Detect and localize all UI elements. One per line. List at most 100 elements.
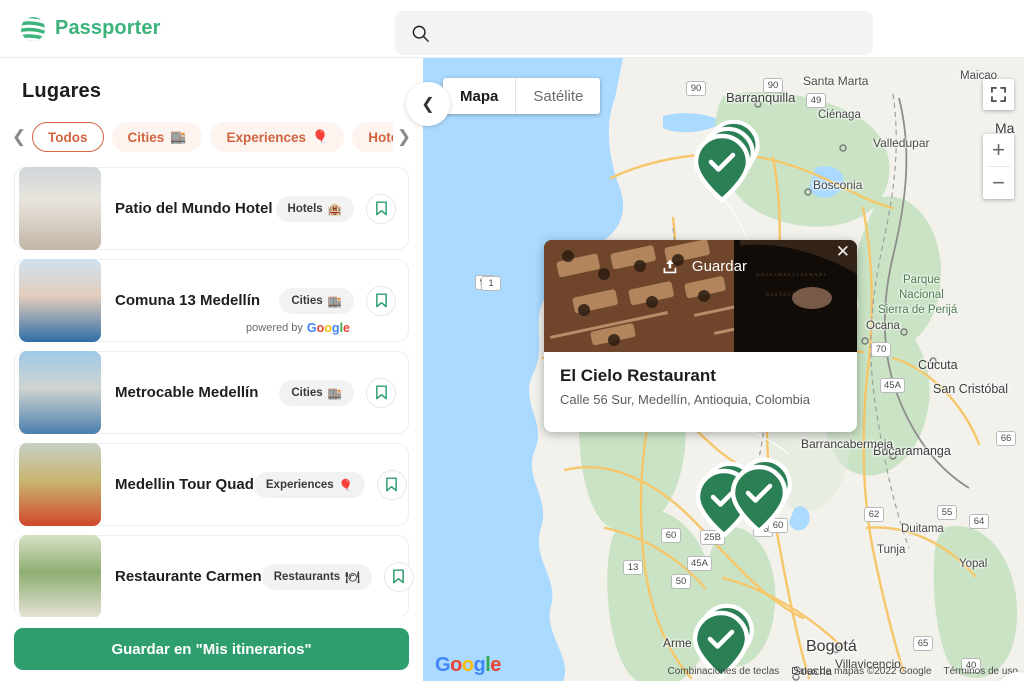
map-label: Cúcuta [918, 358, 958, 372]
map-label: Sierra de Perijá [878, 304, 958, 316]
search-icon [412, 25, 429, 42]
place-list-item-body: Medellin Tour Quad Experiences 🎈 [101, 444, 419, 525]
map-label: Barrancabermeja [801, 437, 894, 451]
category-badge-emoji: 🏬 [327, 295, 342, 308]
bookmark-button[interactable] [383, 561, 414, 592]
category-badge: Hotels 🏨 [275, 195, 354, 222]
collapse-panel-button[interactable]: ❮ [406, 82, 450, 126]
place-thumbnail [19, 167, 101, 250]
place-name: El Cielo Restaurant [560, 366, 716, 385]
save-to-itineraries-button[interactable]: Guardar en "Mis itinerarios" [14, 628, 409, 670]
map-label: Bosconia [813, 178, 863, 192]
bookmark-icon [386, 477, 398, 492]
tab-satelite[interactable]: Satélite [516, 78, 600, 114]
filter-chips: Todos Cities 🏬 Experiences 🎈 Hotels🏨 [30, 117, 393, 157]
map-label: Arme [663, 636, 692, 650]
check-pin-icon [730, 464, 788, 539]
filter-chip-cities[interactable]: Cities 🏬 [111, 122, 203, 152]
map-label: Valledupar [873, 136, 930, 150]
map-canvas[interactable]: Santa Marta Barranquilla Maicao Ciénaga Vall… [423, 58, 1024, 681]
zoom-in-button[interactable]: + [983, 134, 1014, 166]
bookmark-button[interactable] [366, 285, 396, 316]
app-root: Passporter Lugares ❮ Todos Cities 🏬 Experie… [0, 0, 1024, 681]
map-footer-link[interactable]: Combinaciones de teclas [668, 666, 780, 677]
place-thumbnail [19, 259, 101, 342]
search-bar[interactable] [395, 11, 873, 55]
chips-next-button[interactable]: ❯ [393, 127, 415, 147]
place-meta: El Cielo Restaurant Calle 56 Sur, Medell… [544, 352, 857, 407]
powered-by-text: powered by [246, 322, 303, 334]
map-label: Yopal [959, 558, 988, 570]
filter-chip-hotels[interactable]: Hotels🏨 [352, 122, 393, 152]
app-header: Passporter [0, 0, 1024, 58]
place-list-item-right: Hotels 🏨 [275, 193, 396, 224]
place-list-item[interactable]: Comuna 13 Medellín Cities 🏬 powered by Googl… [14, 259, 409, 342]
svg-text:R E S T A U R A N T: R E S T A U R A N T [766, 293, 809, 298]
tab-mapa[interactable]: Mapa [443, 78, 517, 114]
place-info-card[interactable]: H O T E L & R E S T A U R A N T R E S T … [544, 240, 857, 432]
place-list-item[interactable]: Metrocable Medellín Cities 🏬 [14, 351, 409, 434]
close-icon[interactable]: ✕ [836, 243, 850, 260]
place-list-item-title: Metrocable Medellín [115, 384, 259, 401]
photo-detail: H O T E L & R E S T A U R A N T R E S T … [544, 240, 857, 352]
google-wordmark: Google [306, 321, 350, 335]
google-logo: Google [435, 654, 501, 676]
place-list-item[interactable]: Patio del Mundo Hotel Hotels 🏨 [14, 167, 409, 250]
upload-icon [663, 259, 676, 274]
map-type-toggle: Mapa Satélite [443, 78, 601, 114]
category-badge: Cities 🏬 [279, 379, 354, 406]
category-badge-emoji: 🏬 [327, 387, 342, 400]
bookmark-button[interactable] [366, 377, 396, 408]
check-pin-icon [693, 133, 751, 208]
place-list-item-body: Patio del Mundo Hotel Hotels 🏨 [101, 168, 408, 249]
filter-chip-emoji: 🎈 [312, 129, 329, 144]
powered-by-google: powered by Google [246, 321, 350, 335]
filter-chip-emoji: 🏬 [170, 129, 187, 144]
route-shield: 62 [864, 507, 884, 522]
route-shield: 90 [763, 78, 783, 93]
map-label: San Cristóbal [933, 382, 1009, 396]
category-badge-emoji: 🎈 [338, 479, 353, 492]
search-input[interactable] [440, 25, 840, 41]
route-shield: 13 [623, 560, 643, 575]
place-thumbnail [19, 351, 101, 434]
zoom-controls: + − [983, 134, 1014, 199]
category-badge-label: Cities [291, 294, 323, 307]
category-badge-label: Experiences [265, 478, 334, 491]
category-badge-label: Hotels [287, 202, 323, 215]
page-title: Lugares [22, 80, 102, 102]
save-place-button[interactable]: Guardar [661, 258, 747, 275]
map-label: Barranquilla [726, 90, 796, 105]
category-badge-emoji: 🏨 [327, 203, 342, 216]
save-place-label: Guardar [691, 258, 747, 275]
category-badge: Cities 🏬 [279, 287, 354, 314]
filter-chip-experiences[interactable]: Experiences 🎈 [210, 122, 345, 152]
zoom-out-button[interactable]: − [983, 167, 1014, 199]
route-shield: 1 [481, 276, 501, 291]
svg-text:H O T E L & R E S T A U R A: H O T E L & R E S T A U R A N T [756, 273, 826, 278]
filter-chip-label: Cities [127, 129, 165, 145]
map-label: Bogotá [806, 638, 857, 655]
bookmark-icon [375, 201, 387, 216]
filter-chip-label: Hotels [368, 129, 393, 145]
bookmark-button[interactable] [366, 193, 396, 224]
bookmark-button[interactable] [376, 469, 407, 500]
place-list-item[interactable]: Restaurante Carmen Restaurants 🍽 [14, 535, 414, 618]
place-list-item-title: Restaurante Carmen [115, 568, 262, 585]
place-address: Calle 56 Sur, Medellín, Antioquia, Colom… [560, 392, 811, 407]
filter-chip-label: Experiences [226, 129, 307, 145]
save-bar: Guardar en "Mis itinerarios" [0, 617, 423, 681]
place-list-item-title: Comuna 13 Medellín [115, 292, 261, 309]
place-list-item-right: Restaurants 🍽 [261, 561, 414, 592]
chips-prev-button[interactable]: ❮ [8, 127, 30, 147]
place-list-item[interactable]: Medellin Tour Quad Experiences 🎈 [14, 443, 409, 526]
route-shield: 49 [806, 93, 826, 108]
place-list-item-right: Cities 🏬 [279, 285, 396, 316]
fullscreen-button[interactable] [983, 79, 1014, 110]
brand[interactable]: Passporter [20, 16, 161, 42]
map-footer: Combinaciones de teclas Datos de mapas ©2… [668, 666, 1018, 677]
route-shield: 60 [661, 528, 681, 543]
map-footer-link[interactable]: Datos de mapas ©2022 Google [791, 666, 931, 677]
filter-chip-todos[interactable]: Todos [32, 122, 104, 152]
route-shield: 45A [687, 556, 712, 571]
